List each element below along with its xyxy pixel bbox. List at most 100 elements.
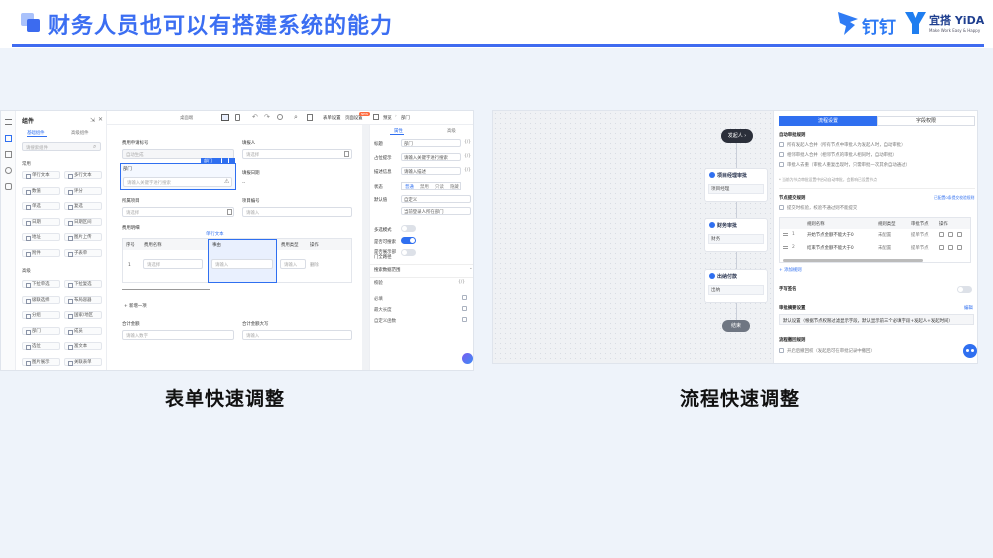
component-item[interactable]: 部门 (22, 326, 60, 335)
undo-icon[interactable]: ↶ (252, 113, 258, 121)
component-item[interactable]: 数值 (22, 186, 60, 195)
component-item[interactable]: 日期区间 (64, 217, 102, 226)
auto-opt-2-checkbox[interactable] (779, 152, 784, 157)
datasource-icon[interactable] (5, 151, 12, 158)
status-normal[interactable]: 普通 (405, 184, 414, 190)
submit-check-checkbox[interactable] (779, 205, 784, 210)
outline-icon[interactable] (5, 167, 12, 174)
expr-icon-2[interactable]: {/} (464, 154, 471, 159)
pin-icon[interactable]: ⇲ (90, 117, 95, 124)
component-item[interactable]: 地址 (22, 233, 60, 241)
required-checkbox[interactable] (462, 295, 467, 300)
component-item[interactable]: 子表单 (64, 248, 102, 257)
tab-flow-settings[interactable]: 流程设置 (779, 116, 877, 126)
prop-label-input[interactable]: 部门 (401, 139, 461, 147)
component-item[interactable]: 图片上传 (64, 233, 102, 241)
copy-icon[interactable] (222, 158, 228, 164)
prop-scope[interactable]: 搜索数据范围 (374, 267, 400, 273)
drag-handle-icon[interactable] (783, 233, 788, 236)
component-item[interactable]: 布局容器 (64, 295, 102, 304)
showall-toggle[interactable] (401, 249, 416, 256)
props-tab-adv[interactable]: 高级 (447, 128, 456, 134)
drag-handle-icon[interactable] (783, 246, 788, 249)
add-row-button[interactable]: + 新增一项 (124, 303, 147, 309)
zoom-icon[interactable]: ⌕ (294, 113, 298, 122)
prop-placeholder-input[interactable]: 请输入关键字进行搜索 (401, 153, 461, 161)
expr-icon-3[interactable]: {/} (464, 168, 471, 173)
prop-default-select[interactable]: 自定义 (401, 195, 471, 203)
project-input[interactable]: 请选择 (122, 207, 234, 217)
help-icon[interactable] (277, 114, 283, 120)
search-toggle[interactable] (401, 237, 416, 244)
delete-icon[interactable] (957, 232, 962, 237)
prop-default-value[interactable]: 当前登录人所在部门 (401, 207, 471, 215)
detail-link[interactable]: 单行文本 (206, 231, 224, 237)
delete-icon[interactable] (957, 245, 962, 250)
component-item[interactable]: 国家/地区 (64, 311, 102, 319)
component-item[interactable]: 级联选择 (22, 295, 60, 304)
total-input[interactable]: 请输入数字 (122, 330, 234, 340)
status-readonly[interactable]: 只读 (435, 184, 444, 190)
component-item[interactable]: 评分 (64, 186, 102, 195)
start-node[interactable]: 发起人 › (721, 129, 753, 143)
dept-input[interactable]: 请输入关键字进行搜索 ⚠ (123, 177, 232, 187)
summary-field[interactable]: 默认设置（根据节点权限过滤显示字段，默认显示前三个必填字段+发起人+发起时间） (779, 314, 974, 325)
selected-field-dept[interactable]: 部门 部门 请输入关键字进行搜索 ⚠ (120, 158, 236, 190)
code-icon[interactable] (307, 114, 313, 121)
status-disabled[interactable]: 禁用 (420, 184, 429, 190)
component-item[interactable]: 下拉复选 (64, 280, 102, 288)
component-item[interactable]: 成员 (64, 326, 102, 335)
tab-advanced[interactable]: 高级组件 (71, 130, 89, 136)
recall-checkbox[interactable] (779, 348, 784, 353)
delete-icon[interactable] (229, 158, 235, 164)
total-cn-input[interactable]: 请输入 (242, 330, 352, 340)
max-checkbox[interactable] (462, 306, 467, 311)
multi-toggle[interactable] (401, 225, 416, 232)
summary-edit[interactable]: 编辑 (964, 305, 973, 311)
component-item[interactable]: 富文本 (64, 342, 102, 350)
auto-opt-3-checkbox[interactable] (779, 162, 784, 167)
device-select[interactable]: 桌面端 (180, 115, 193, 121)
approval-node-cashier[interactable]: 出纳付款 出纳 (704, 269, 768, 303)
component-item[interactable]: 复选 (64, 202, 102, 210)
copy-icon[interactable] (948, 245, 953, 250)
component-item[interactable]: 下拉单选 (22, 280, 60, 288)
mobile-icon[interactable] (235, 114, 240, 121)
desktop-icon[interactable] (221, 114, 229, 121)
settings-icon[interactable] (5, 183, 12, 190)
assistant-icon[interactable] (462, 353, 473, 364)
form-settings-button[interactable]: 表单设置 (323, 115, 341, 121)
chevron-down-icon[interactable]: ⌄ (469, 266, 473, 271)
status-segmented[interactable]: 普通 禁用 只读 隐藏 (401, 182, 461, 190)
save-label[interactable]: 预览 (383, 115, 392, 121)
prop-desc-input[interactable]: 请输入描述 (401, 167, 461, 175)
row-delete[interactable]: 删除 (310, 262, 319, 268)
applicant-input[interactable]: 请选择 (242, 149, 352, 159)
tab-field-permission[interactable]: 字段权限 (877, 116, 975, 126)
copy-icon[interactable] (948, 232, 953, 237)
row-reason-input[interactable]: 请输入 (211, 259, 273, 269)
rules-scrollbar[interactable] (783, 259, 923, 262)
chatbot-icon[interactable] (963, 344, 977, 358)
component-item[interactable]: 分组 (22, 311, 60, 319)
custom-checkbox[interactable] (462, 317, 467, 322)
component-item[interactable]: 多行文本 (64, 171, 102, 179)
component-item[interactable]: 选位 (22, 342, 60, 350)
add-rule-button[interactable]: + 添加规则 (779, 267, 802, 273)
approval-node-pm[interactable]: 项目经理审批 项目经理 (704, 168, 768, 202)
component-search-input[interactable]: 请搜索组件 ⌕ (22, 142, 101, 151)
row-name-input[interactable]: 请选择 (143, 259, 203, 269)
component-item[interactable]: 关联表单 (64, 357, 102, 366)
expr-icon-4[interactable]: {/} (458, 280, 465, 285)
close-icon[interactable]: ✕ (98, 116, 103, 123)
components-icon[interactable] (5, 135, 12, 142)
subtable-scrollbar[interactable] (122, 289, 210, 290)
component-item[interactable]: 附件 (22, 248, 60, 257)
expr-icon[interactable]: {/} (464, 140, 471, 145)
component-item[interactable]: 日期 (22, 217, 60, 226)
approval-node-finance[interactable]: 财务审批 财务 (704, 218, 768, 252)
edit-icon[interactable] (939, 245, 944, 250)
row-type-input[interactable]: 请输入 (280, 259, 306, 269)
project-no-input[interactable]: 请输入 (242, 207, 352, 217)
auto-opt-1-checkbox[interactable] (779, 142, 784, 147)
